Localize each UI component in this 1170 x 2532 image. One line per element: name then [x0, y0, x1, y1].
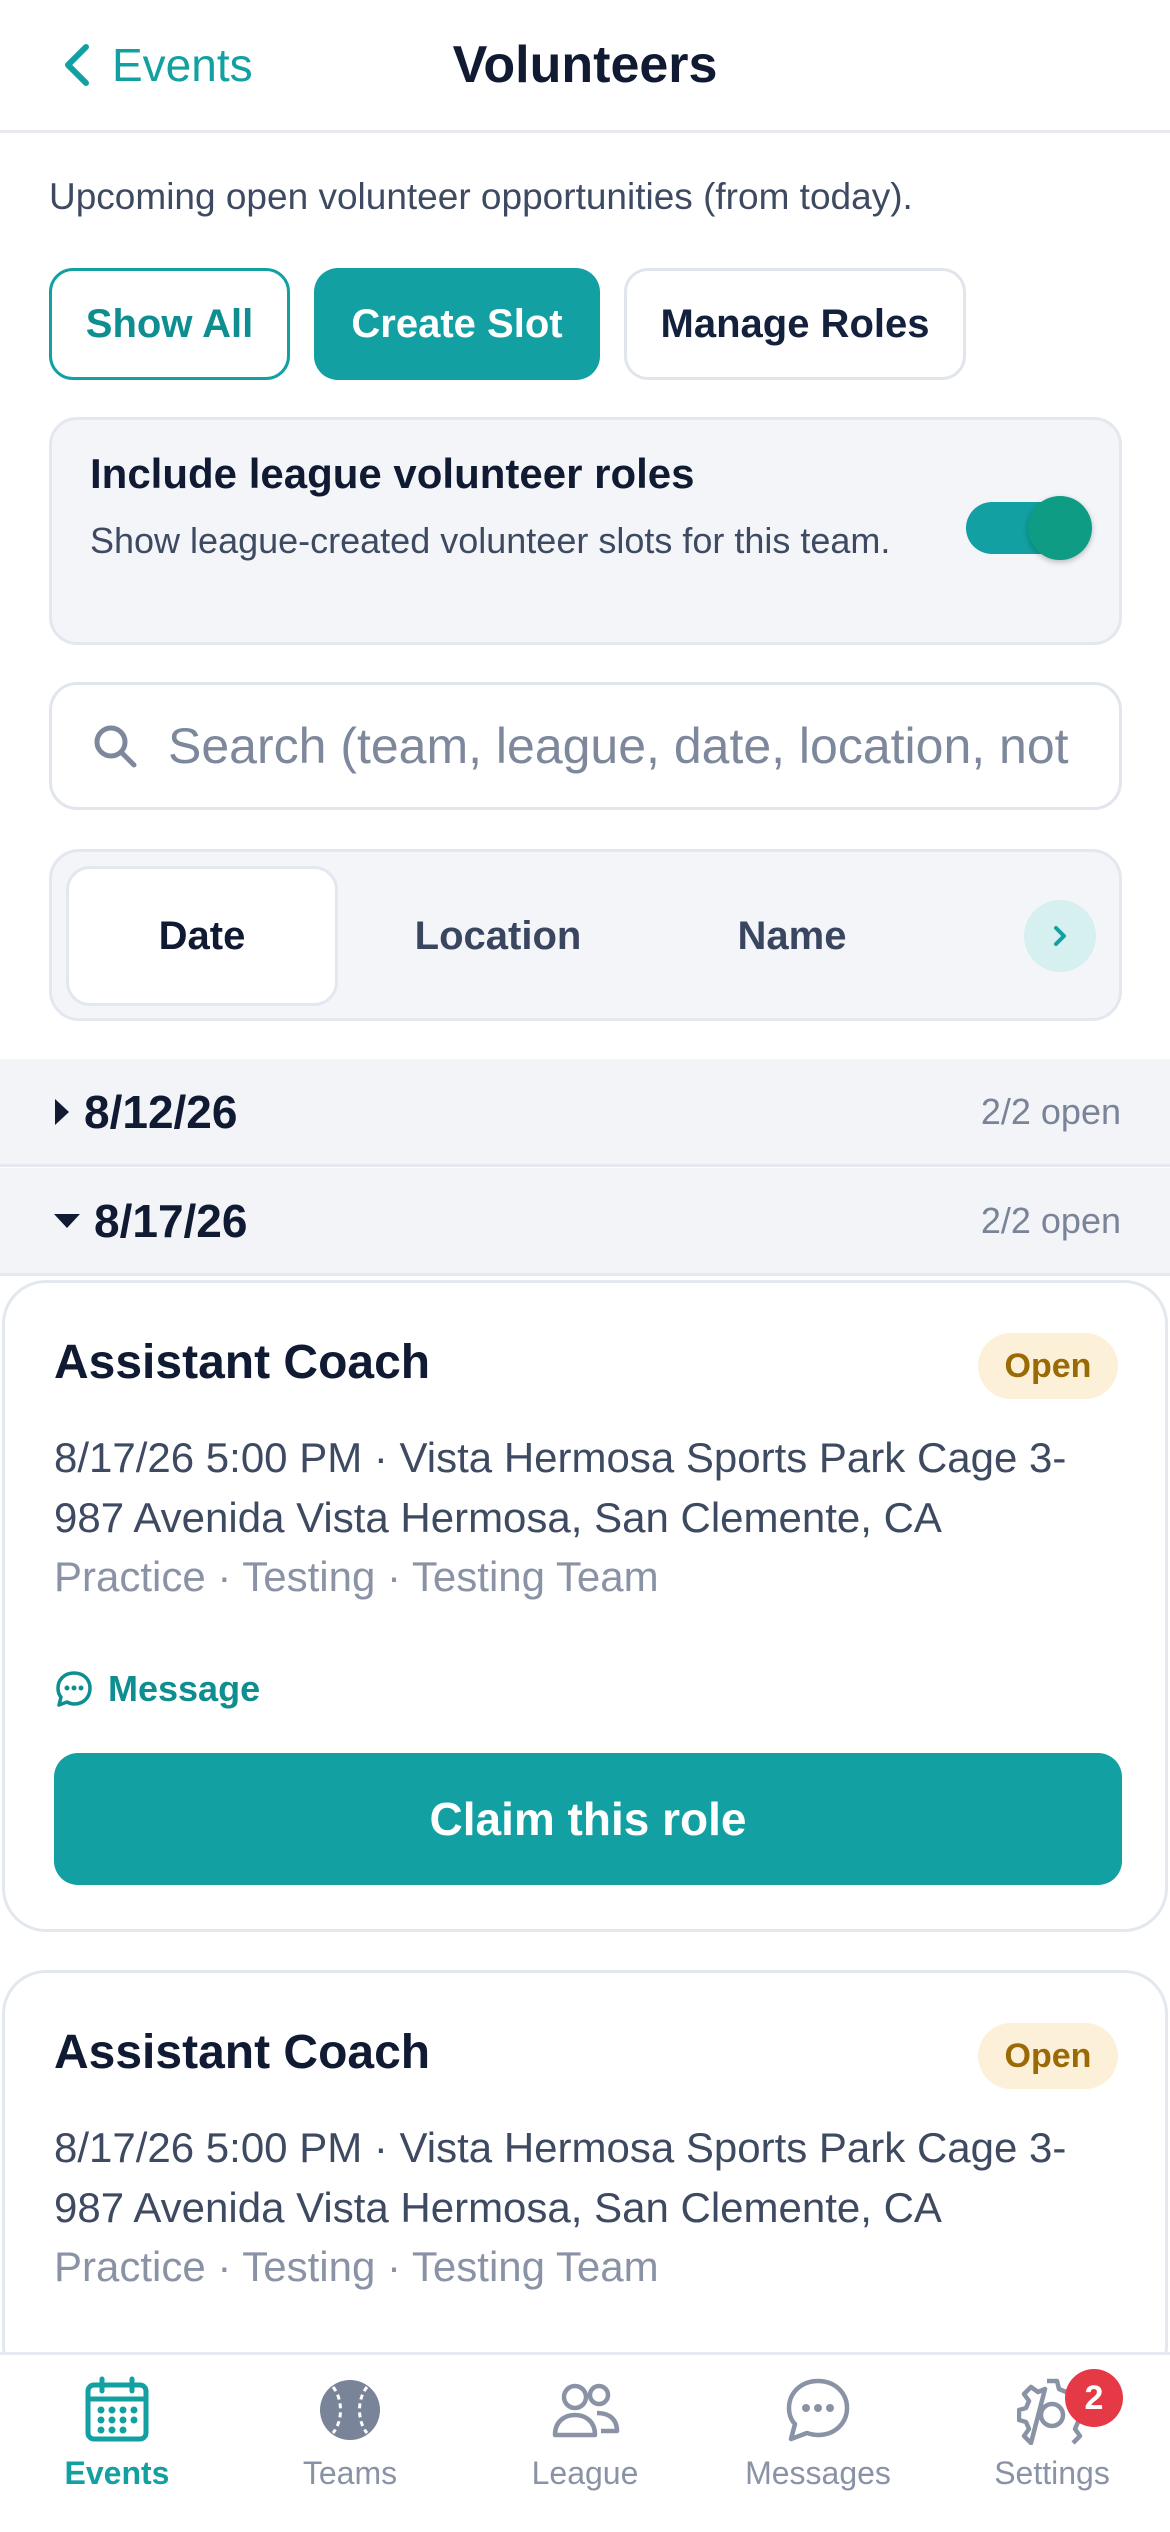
claim-role-button[interactable]: Claim this role: [54, 1753, 1122, 1885]
tab-label: Messages: [745, 2455, 891, 2491]
tab-events[interactable]: Events: [17, 2375, 217, 2492]
status-badge: Open: [978, 2023, 1118, 2089]
tab-messages[interactable]: Messages: [718, 2375, 918, 2492]
role-address: 987 Avenida Vista Hermosa, San Clemente,…: [54, 1494, 942, 1541]
group-open-count: 2/2 open: [980, 1090, 1121, 1132]
search-input[interactable]: [168, 717, 1088, 775]
sort-option-location[interactable]: Location: [362, 866, 634, 1006]
volunteer-role-card: Assistant Coach Open 8/17/26 5:00 PM · V…: [2, 1280, 1168, 1932]
role-address: 987 Avenida Vista Hermosa, San Clemente,…: [54, 2184, 942, 2231]
page-subtitle: Upcoming open volunteer opportunities (f…: [49, 176, 913, 217]
people-icon: [552, 2383, 620, 2438]
show-all-button[interactable]: Show All: [49, 268, 290, 380]
league-roles-switch[interactable]: [966, 496, 1092, 560]
tab-label: Settings: [994, 2455, 1110, 2491]
volunteer-role-card: Assistant Coach Open 8/17/26 5:00 PM · V…: [2, 1970, 1168, 2390]
tab-label: Teams: [302, 2455, 398, 2491]
group-date: 8/12/26: [84, 1085, 238, 1138]
tab-teams[interactable]: Teams: [250, 2375, 450, 2492]
page-title: Volunteers: [452, 36, 718, 94]
toggle-title: Include league volunteer roles: [90, 450, 695, 497]
calendar-icon: [85, 2376, 149, 2442]
sort-option-date[interactable]: Date: [66, 866, 338, 1006]
search-bar: [49, 682, 1122, 810]
status-badge: Open: [978, 1333, 1118, 1399]
league-roles-toggle-card: Include league volunteer roles Show leag…: [49, 417, 1122, 645]
tab-settings[interactable]: Settings 2: [952, 2369, 1152, 2492]
tab-label: League: [531, 2455, 639, 2491]
role-tags: Practice · Testing · Testing Team: [54, 2243, 659, 2290]
bottom-tab-bar: Events Teams League Messages Settings 2: [0, 2352, 1170, 2532]
tab-label: Events: [64, 2455, 170, 2491]
role-datetime-location: 8/17/26 5:00 PM · Vista Hermosa Sports P…: [54, 2124, 1067, 2171]
sort-segmented-control: Date Location Name p: [49, 849, 1122, 1021]
sort-option-name[interactable]: Name: [656, 866, 928, 1006]
switch-knob: [1028, 496, 1092, 560]
message-link[interactable]: Message: [54, 1668, 260, 1710]
create-slot-button[interactable]: Create Slot: [314, 268, 600, 380]
toggle-description: Show league-created volunteer slots for …: [90, 520, 891, 561]
chevron-right-icon: [1054, 926, 1066, 946]
group-open-count: 2/2 open: [980, 1199, 1121, 1241]
date-group-header[interactable]: 8/12/26 2/2 open: [0, 1059, 1170, 1167]
caret-down-icon: [54, 1213, 80, 1228]
caret-right-icon: [55, 1098, 69, 1125]
chat-icon: [56, 1671, 92, 1707]
baseball-icon: [320, 2380, 380, 2440]
role-title: Assistant Coach: [54, 1336, 431, 1389]
role-datetime-location: 8/17/26 5:00 PM · Vista Hermosa Sports P…: [54, 1434, 1067, 1481]
scroll-right-button[interactable]: [1024, 900, 1096, 972]
manage-roles-button[interactable]: Manage Roles: [624, 268, 966, 380]
date-group-header[interactable]: 8/17/26 2/2 open: [0, 1168, 1170, 1276]
search-icon: [94, 725, 137, 768]
chat-icon: [786, 2378, 850, 2442]
role-tags: Practice · Testing · Testing Team: [54, 1553, 659, 1600]
notification-badge: 2: [1065, 2369, 1123, 2427]
message-label: Message: [108, 1668, 261, 1709]
header: Events Volunteers: [0, 0, 1170, 133]
role-title: Assistant Coach: [54, 2026, 431, 2079]
tab-league[interactable]: League: [485, 2375, 685, 2492]
group-date: 8/17/26: [94, 1194, 248, 1247]
